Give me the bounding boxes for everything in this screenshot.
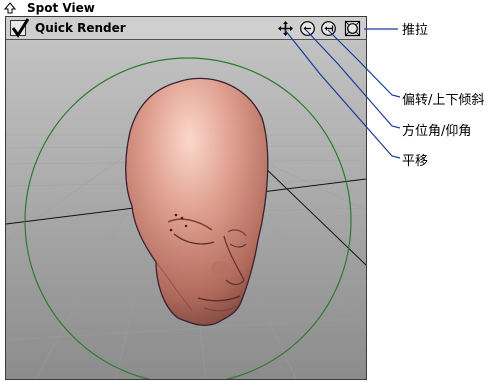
callout-pan-tilt: 偏转/上下倾斜: [402, 93, 485, 108]
viewport-scene: [6, 40, 366, 379]
toolbar: Quick Render: [6, 17, 366, 40]
checkmark-icon: [11, 18, 29, 38]
window-title-bar: Spot View: [0, 0, 370, 16]
move-arrows-icon[interactable]: [277, 20, 294, 37]
quick-render-checkbox[interactable]: [10, 18, 29, 38]
callout-dolly: 推拉: [402, 23, 429, 38]
triangle-up-icon[interactable]: [4, 2, 16, 14]
spot-view-panel: Quick Render: [5, 16, 367, 380]
rotate-circle-right-icon[interactable]: [320, 20, 337, 37]
callout-azimuth-elevation: 方位角/仰角: [402, 124, 472, 139]
window-title: Spot View: [27, 1, 95, 15]
3d-viewport[interactable]: [6, 40, 366, 379]
rotate-circle-left-icon[interactable]: [299, 20, 316, 37]
callout-pan: 平移: [402, 154, 429, 169]
quick-render-label: Quick Render: [35, 21, 126, 35]
box-circle-icon[interactable]: [344, 20, 361, 37]
